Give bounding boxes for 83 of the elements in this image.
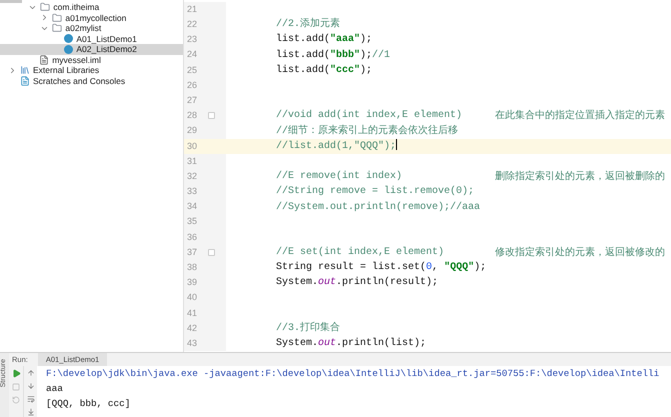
line-number: 36 — [186, 230, 198, 244]
chevron-right-icon[interactable] — [8, 66, 17, 75]
code-text: //3.打印集合 — [276, 321, 340, 336]
line-number: 23 — [186, 33, 198, 46]
line-number: 32 — [186, 170, 198, 183]
tree-item[interactable]: a01mycollection — [0, 12, 183, 23]
line-number: 40 — [186, 291, 198, 304]
arrow-up-icon[interactable] — [26, 369, 34, 377]
code-text: , — [432, 261, 440, 276]
code-comment: 删除指定索引处的元素，返回被删除的 — [495, 170, 665, 184]
wrap-text-icon[interactable] — [26, 395, 34, 403]
line-number: 43 — [186, 336, 198, 350]
scroll-to-end-icon[interactable] — [26, 408, 34, 416]
console-line: [QQQ, bbb, ccc] — [46, 397, 132, 411]
code-text: "QQQ" — [444, 260, 474, 276]
code-comment: 在此集合中的指定位置插入指定的元素 — [495, 108, 665, 124]
code-text: System. — [276, 276, 318, 290]
tree-item[interactable]: A02_ListDemo2 — [0, 44, 183, 54]
code-text: System. — [276, 337, 318, 352]
fold-marker-icon[interactable] — [208, 249, 215, 256]
code-text: //void add(int index,E element) — [276, 108, 462, 124]
code-text: ); — [360, 64, 372, 78]
line-number: 34 — [186, 200, 198, 214]
library-icon — [20, 65, 30, 76]
console-line: aaa — [46, 382, 64, 396]
code-text: ); — [474, 260, 486, 276]
scratch-file-icon — [20, 76, 30, 86]
code-text: .println(result); — [336, 276, 438, 290]
code-text: //1 — [372, 48, 390, 63]
scrollbar[interactable] — [0, 0, 22, 3]
code-text: //E remove(int index) — [276, 170, 402, 184]
code-text: //E set(int index,E element) — [276, 246, 444, 260]
code-comment: 修改指定索引处的元素，返回被修改的 — [495, 246, 665, 260]
line-number: 22 — [186, 18, 198, 32]
code-text: //list.add(1,"QQQ"); — [276, 140, 396, 154]
code-text: 0 — [426, 261, 432, 276]
line-number: 29 — [186, 124, 198, 138]
line-number: 30 — [186, 140, 198, 153]
line-number: 21 — [186, 2, 198, 16]
code-text: //String remove = list.remove(0); — [276, 184, 474, 200]
run-icon[interactable] — [12, 369, 20, 378]
line-number: 28 — [186, 109, 198, 122]
line-number: 41 — [186, 306, 198, 320]
line-number: 33 — [186, 185, 198, 198]
tree-item[interactable]: A01_ListDemo1 — [0, 34, 183, 44]
line-number: 26 — [186, 78, 198, 92]
line-number: 37 — [186, 246, 198, 259]
code-text: "ccc" — [330, 64, 360, 78]
folder-icon — [40, 2, 50, 12]
text-cursor — [396, 138, 398, 150]
line-number: 42 — [186, 322, 198, 335]
line-number: 27 — [186, 94, 198, 107]
line-number: 39 — [186, 276, 198, 290]
tree-item[interactable]: com.itheima — [0, 2, 183, 12]
code-text: out — [318, 337, 336, 352]
line-number: 31 — [186, 154, 198, 168]
tree-item[interactable]: External Libraries — [0, 65, 183, 76]
fold-marker-icon[interactable] — [208, 112, 215, 120]
arrow-down-icon[interactable] — [26, 382, 34, 390]
code-text: //2.添加元素 — [276, 17, 340, 32]
folder-icon — [52, 23, 62, 34]
code-text: String result = list.set( — [276, 260, 426, 276]
tree-item[interactable]: a02mylist — [0, 23, 183, 34]
code-text: .println(list); — [336, 336, 426, 352]
line-number: 25 — [186, 64, 198, 77]
code-text: list.add( — [276, 64, 330, 78]
code-text: out — [318, 276, 336, 290]
code-text: //System.out.println(remove);//aaa — [276, 200, 480, 215]
line-number: 24 — [186, 48, 198, 62]
tree-item[interactable]: Scratches and Consoles — [0, 76, 183, 86]
code-text: "aaa" — [330, 32, 360, 48]
code-text: list.add( — [276, 48, 330, 63]
folder-icon — [52, 12, 62, 23]
file-icon — [39, 54, 50, 65]
console-line: F:\develop\jdk\bin\java.exe -javaagent:F:\develop\idea\IntelliJ\lib\idea_rt.jar=50755:F:\develop\idea\Intelli — [46, 367, 660, 381]
code-text: list.add( — [276, 32, 330, 48]
line-number: 38 — [186, 261, 198, 274]
code-text: "bbb" — [330, 48, 360, 63]
tree-item[interactable]: myvessel.iml — [0, 54, 183, 65]
code-text: //细节：原来索引上的元素会依次往后移 — [276, 124, 458, 139]
code-text: ); — [360, 48, 372, 63]
line-number: 35 — [186, 215, 198, 228]
code-text: ); — [360, 32, 372, 48]
